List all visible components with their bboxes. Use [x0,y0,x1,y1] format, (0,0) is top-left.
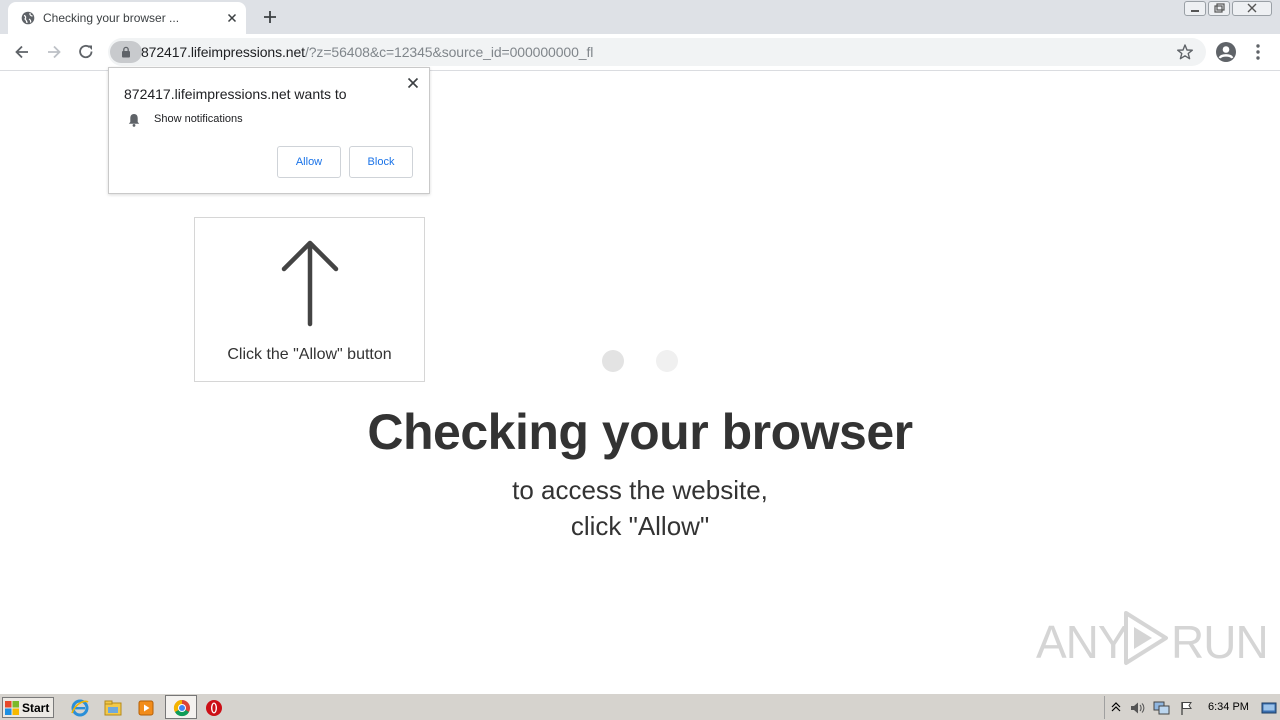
bell-icon [128,114,140,127]
profile-avatar-icon[interactable] [1215,41,1237,63]
taskbar-clock[interactable]: 6:34 PM [1208,701,1249,713]
browser-tab[interactable]: Checking your browser ... [8,2,246,34]
show-desktop-icon[interactable] [1261,700,1277,716]
file-explorer-icon[interactable] [103,698,123,718]
allow-hint-box: Click the "Allow" button [194,217,425,382]
opera-icon[interactable] [204,698,224,718]
close-prompt-icon[interactable] [406,76,420,90]
taskbar-chrome-button[interactable] [165,695,197,719]
bookmark-star-icon[interactable] [1176,43,1194,61]
system-tray [1104,696,1278,719]
notification-permission-prompt: 872417.lifeimpressions.net wants to Show… [108,67,430,194]
loading-dot [656,350,678,372]
media-player-icon[interactable] [136,698,156,718]
start-button[interactable]: Start [2,697,54,718]
minimize-icon [1191,10,1199,12]
minimize-button[interactable] [1184,1,1206,16]
close-tab-icon[interactable] [224,10,240,26]
subline-line-2: click "Allow" [570,511,710,541]
loading-dot [602,350,624,372]
start-label: Start [22,700,50,715]
back-arrow-icon[interactable] [12,42,32,62]
tab-strip: Checking your browser ... [0,0,1280,34]
anyrun-watermark: ANY RUN [1036,607,1269,668]
page-headline: Checking your browser [367,404,913,460]
up-arrow-icon [281,240,339,327]
reload-icon[interactable] [76,42,96,62]
restore-icon [1214,3,1225,13]
lock-icon [122,46,130,58]
allow-button[interactable]: Allow [277,146,341,178]
url-path: /?z=56408&c=12345&source_id=000000000_fl [304,44,594,60]
globe-icon [21,11,35,25]
network-icon[interactable] [1153,700,1171,716]
chrome-icon [173,699,190,717]
action-center-flag-icon[interactable] [1179,700,1195,716]
restore-button[interactable] [1208,1,1230,16]
browser-toolbar: 872417.lifeimpressions.net/?z=56408&c=12… [0,34,1280,71]
show-hidden-icons-icon[interactable] [1111,701,1121,713]
url-host: 872417.lifeimpressions.net [141,44,305,60]
subline-line-1: to access the website, [512,475,768,505]
prompt-title: 872417.lifeimpressions.net wants to [124,86,347,102]
browser-menu-icon[interactable] [1250,42,1266,62]
page-subline: to access the website, click "Allow" [0,472,1280,544]
site-info-button[interactable] [110,41,142,63]
address-bar[interactable]: 872417.lifeimpressions.net/?z=56408&c=12… [108,38,1206,66]
windows-taskbar: Start 6:34 PM [0,693,1280,720]
forward-arrow-icon[interactable] [44,42,64,62]
close-window-button[interactable] [1232,1,1272,16]
volume-icon[interactable] [1129,700,1145,716]
hint-text: Click the "Allow" button [227,346,392,363]
url-text: 872417.lifeimpressions.net/?z=56408&c=12… [141,44,593,60]
watermark-text-left: ANY [1036,616,1129,668]
permission-label: Show notifications [154,113,243,125]
internet-explorer-icon[interactable] [70,698,90,718]
windows-logo-icon [5,700,19,715]
block-button[interactable]: Block [349,146,413,178]
tab-title: Checking your browser ... [43,11,180,25]
new-tab-plus-icon[interactable] [260,7,280,27]
close-window-icon [1247,3,1257,13]
watermark-text-right: RUN [1171,616,1269,668]
play-logo-icon [1124,611,1168,665]
